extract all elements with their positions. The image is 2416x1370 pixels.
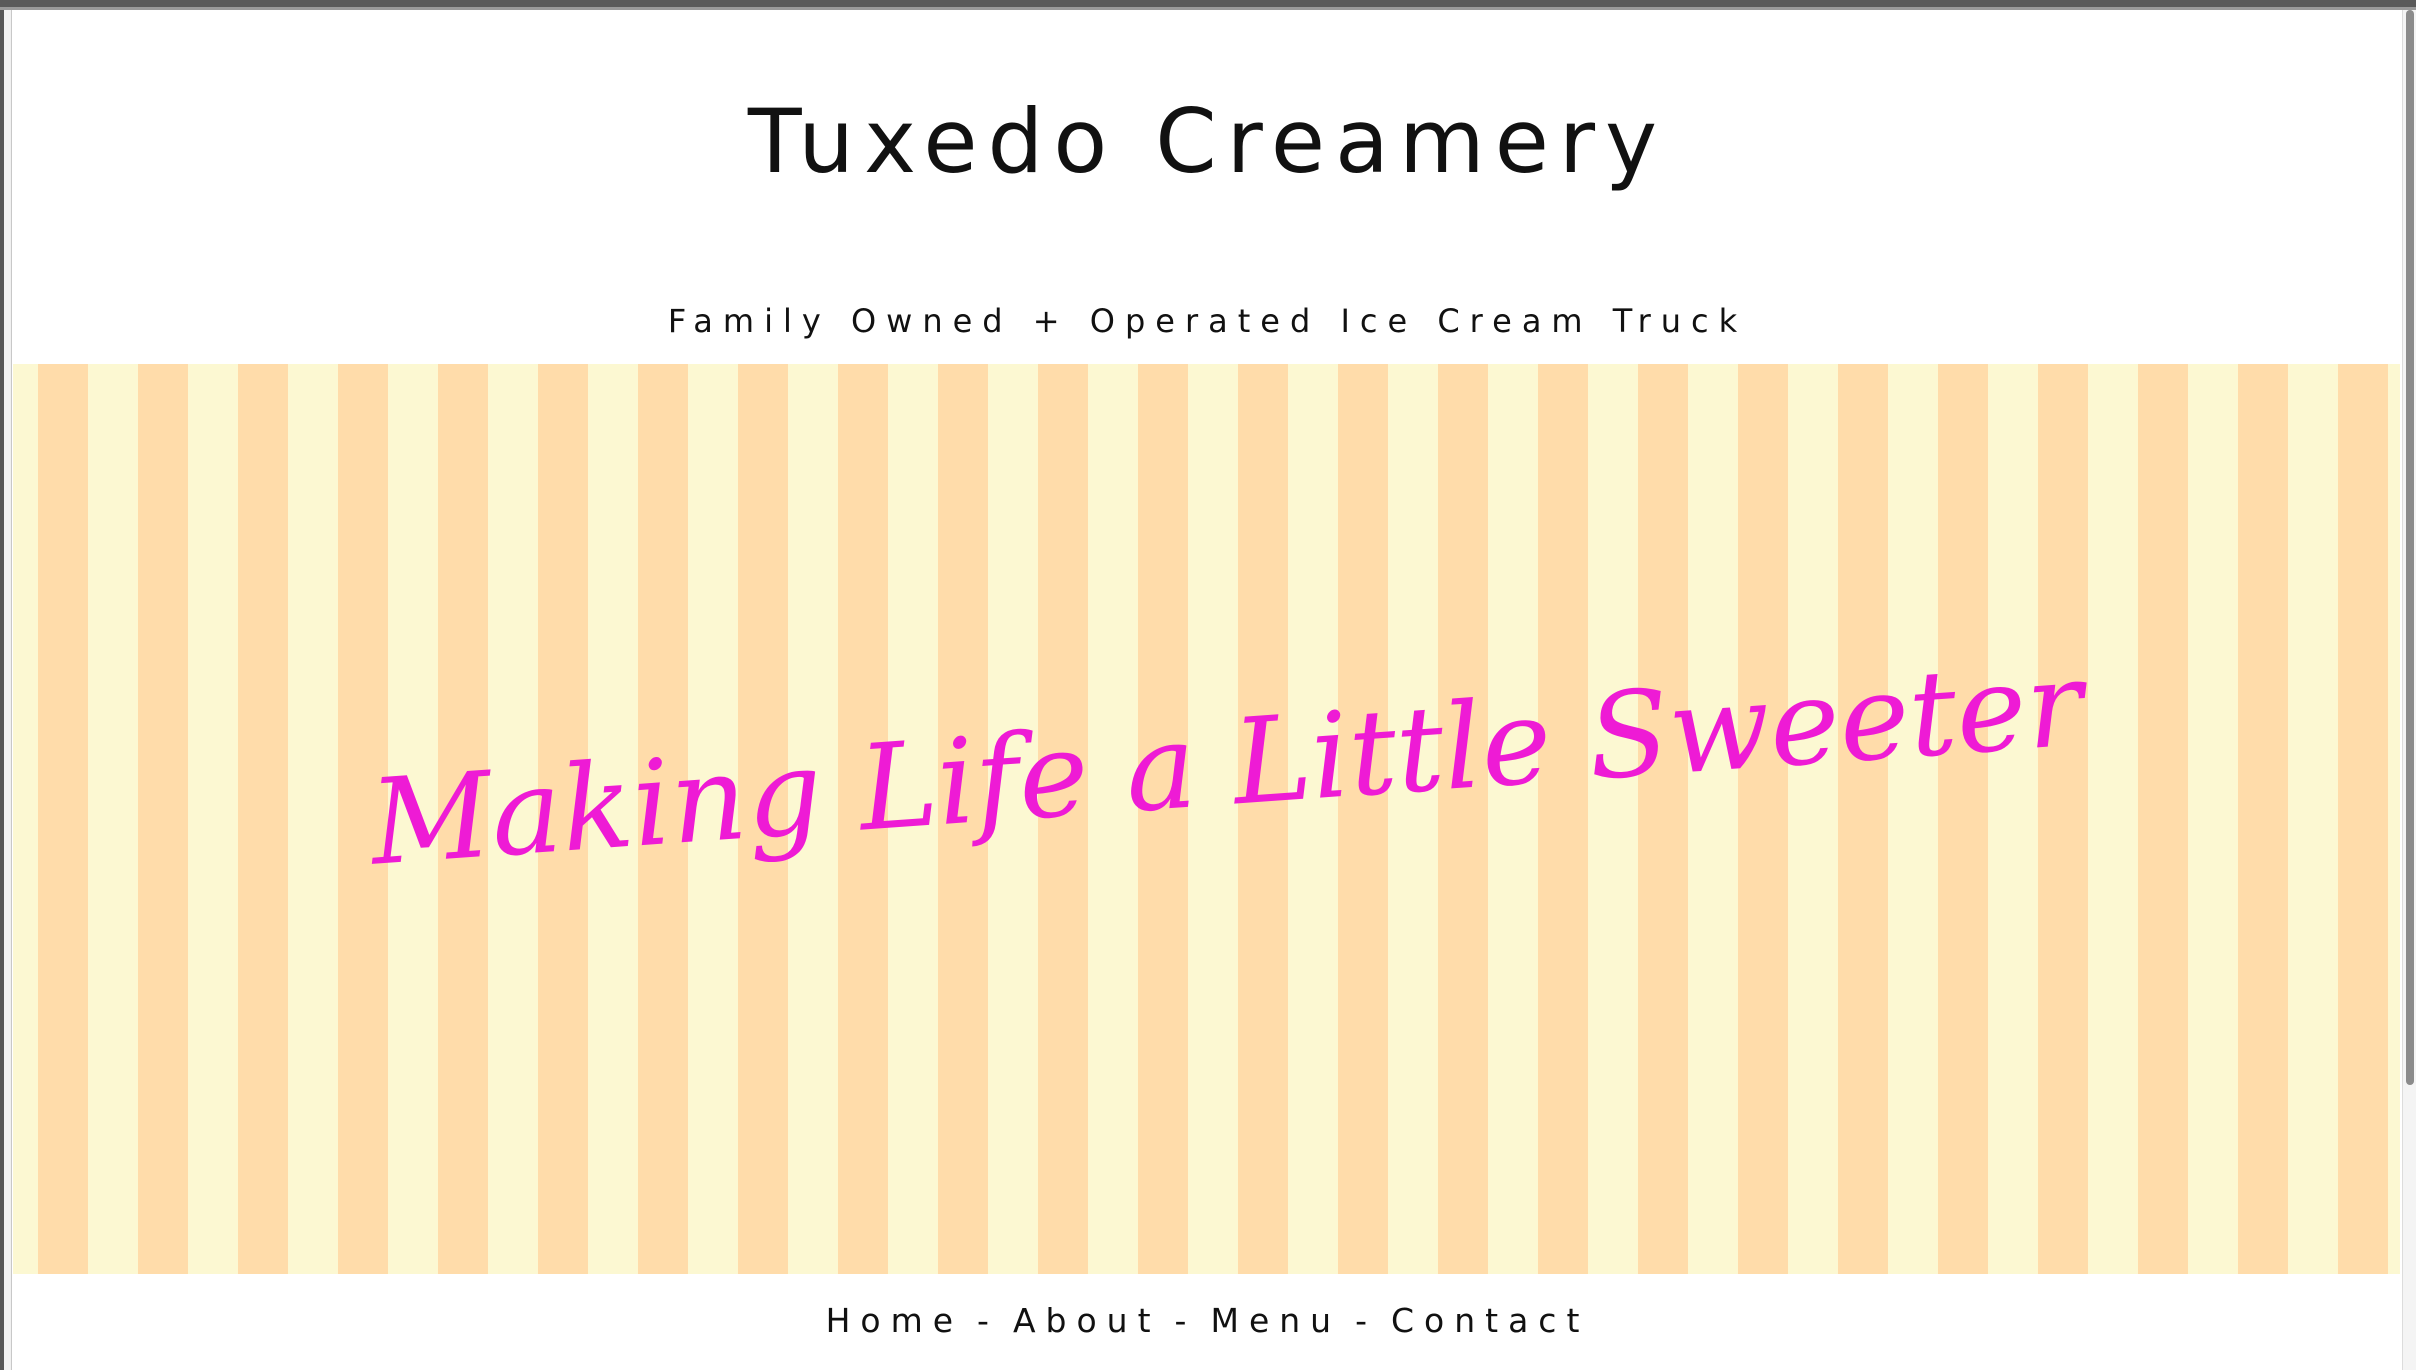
vertical-scrollbar[interactable] <box>2402 10 2416 1370</box>
hero-banner: Making Life a Little Sweeter <box>13 364 2400 1274</box>
site-title: Tuxedo Creamery <box>747 90 1668 193</box>
nav-separator: - <box>1355 1301 1377 1340</box>
nav-link-about[interactable]: About <box>1013 1301 1161 1340</box>
window-top-edge <box>0 0 2416 10</box>
page-content: Tuxedo Creamery Family Owned + Operated … <box>13 10 2402 1370</box>
scrollbar-thumb[interactable] <box>2406 10 2414 1085</box>
window-left-edge <box>0 10 12 1370</box>
nav-separator: - <box>977 1301 999 1340</box>
hero-headline: Making Life a Little Sweeter <box>364 634 2094 892</box>
nav-separator: - <box>1174 1301 1197 1340</box>
main-navigation: Home - About - Menu - Contact <box>13 1304 2402 1337</box>
nav-link-contact[interactable]: Contact <box>1391 1301 1589 1340</box>
nav-link-menu[interactable]: Menu <box>1210 1301 1341 1340</box>
browser-window: Tuxedo Creamery Family Owned + Operated … <box>0 0 2416 1370</box>
nav-link-home[interactable]: Home <box>826 1301 963 1340</box>
hero-headline-graphic: Making Life a Little Sweeter <box>364 634 2094 892</box>
site-tagline: Family Owned + Operated Ice Cream Truck <box>667 302 1748 340</box>
